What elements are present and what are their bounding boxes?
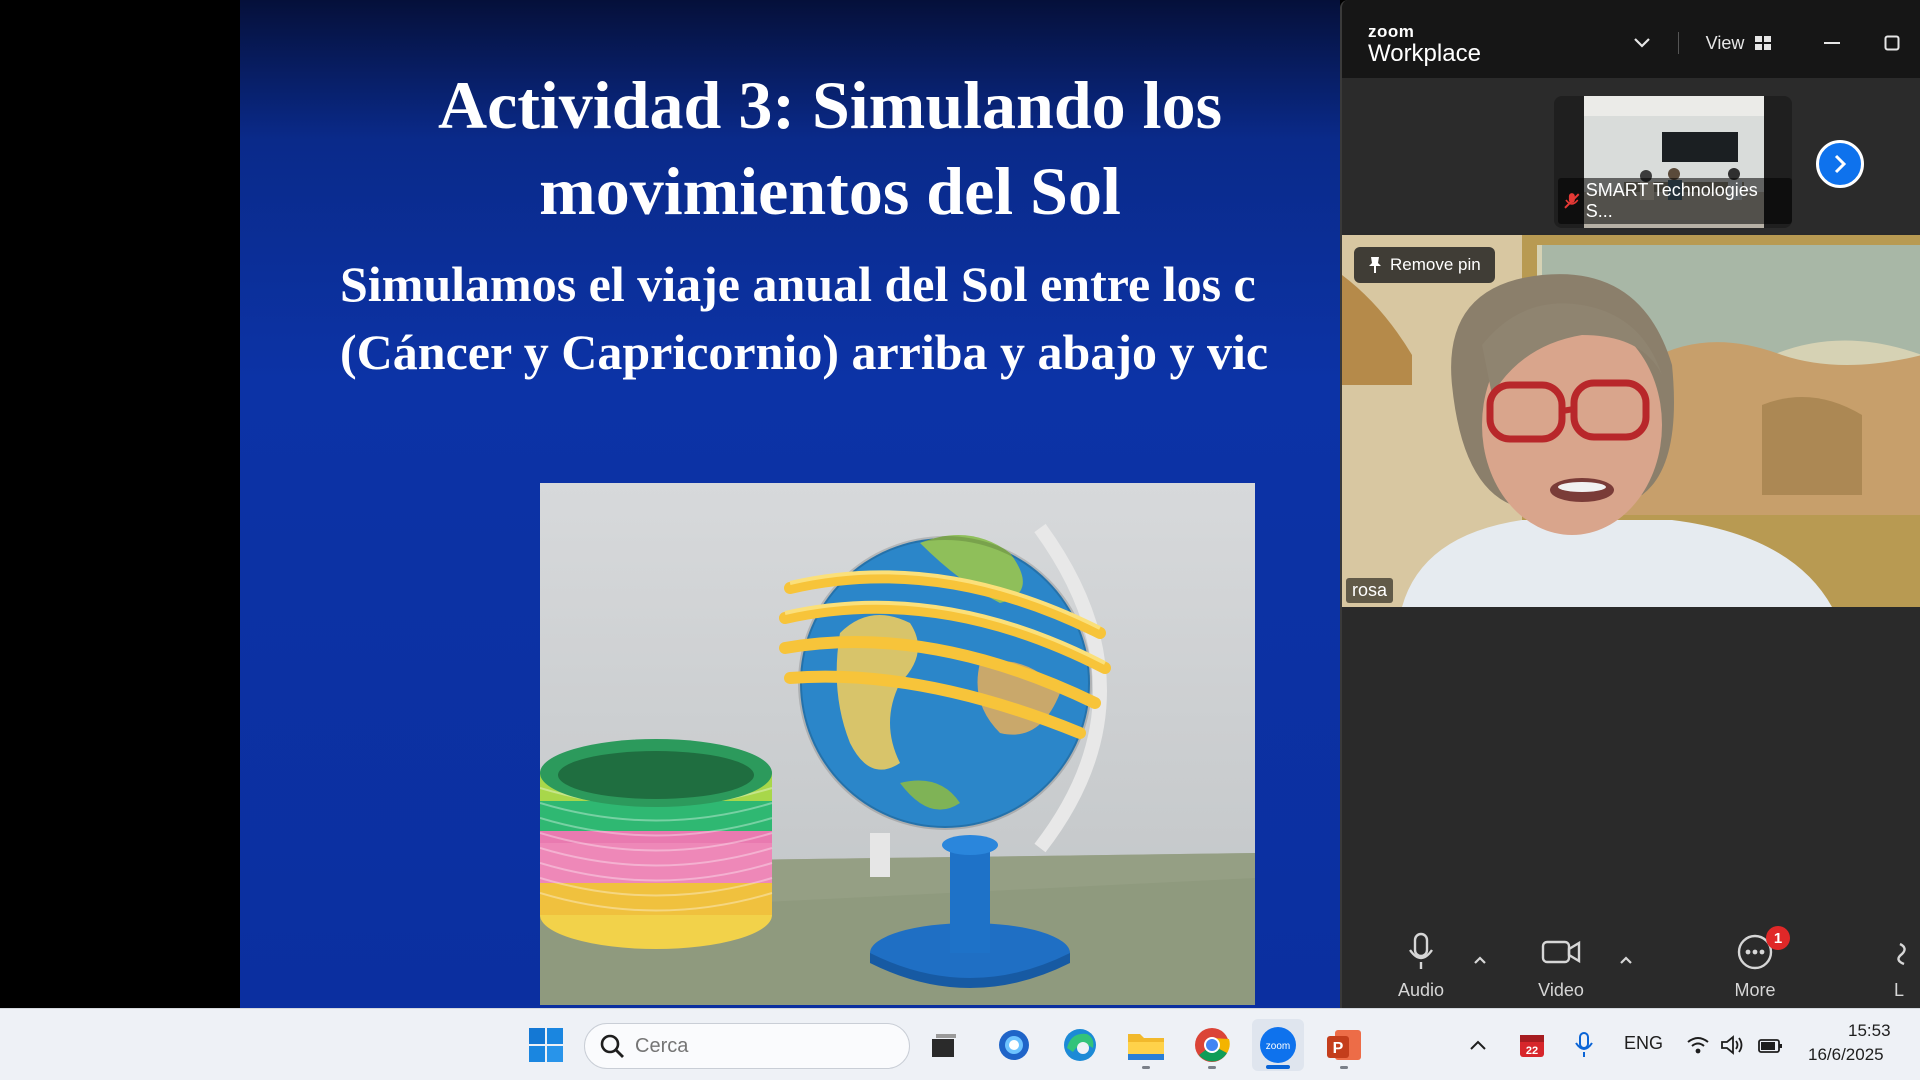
screen: Actividad 3: Simulando los movimientos d… (0, 0, 1920, 1080)
video-options-caret-icon[interactable] (1616, 950, 1636, 970)
copilot-icon (999, 1030, 1029, 1060)
calendar-badge: 22 (1526, 1045, 1538, 1057)
windows-taskbar: zoom P 22 ENG (0, 1008, 1920, 1080)
zoom-logo: zoom (1368, 22, 1415, 41)
speaker-volume-icon (1721, 1035, 1743, 1055)
chevron-right-icon (1834, 154, 1847, 174)
copilot-button[interactable] (988, 1019, 1040, 1071)
zoom-product-name: Workplace (1368, 40, 1481, 67)
presentation-slide: Actividad 3: Simulando los movimientos d… (240, 0, 1340, 1008)
edge-icon (1064, 1029, 1096, 1061)
video-label: Video (1538, 980, 1584, 1000)
taskbar-search[interactable] (584, 1023, 910, 1069)
calendar-tray-button[interactable]: 22 (1512, 1019, 1552, 1071)
notification-badge: 1 (1766, 926, 1790, 950)
task-view-icon (932, 1034, 956, 1057)
running-indicator (1340, 1066, 1348, 1069)
slide-photo-globe-slinky (540, 483, 1255, 1005)
leave-label: L (1894, 980, 1905, 1000)
remove-pin-button[interactable]: Remove pin (1354, 247, 1495, 283)
powerpoint-button[interactable]: P (1318, 1019, 1370, 1071)
active-speaker-video: Remove pin rosa (1342, 235, 1920, 607)
view-button[interactable]: View (1694, 22, 1784, 64)
participant-strip: SMART Technologies S... (1342, 78, 1920, 233)
audio-label: Audio (1397, 980, 1445, 1000)
audio-button[interactable]: Audio (1366, 928, 1476, 1008)
running-indicator (1142, 1066, 1150, 1069)
microphone-in-use-icon (1575, 1032, 1593, 1057)
muted-microphone-icon (1564, 193, 1580, 209)
zoom-title-bar: zoom Workplace View (1342, 0, 1920, 78)
minimize-button[interactable] (1812, 22, 1852, 64)
microphone-icon (1409, 932, 1433, 969)
more-label: More (1734, 980, 1776, 1000)
chevron-up-icon (1470, 1040, 1486, 1050)
leave-icon (1897, 942, 1906, 966)
speaker-name-tag: rosa (1346, 578, 1394, 603)
chrome-button[interactable] (1186, 1019, 1238, 1071)
clock-time[interactable]: 15:53 (1848, 1021, 1891, 1041)
participant-name-tag: SMART Technologies S... (1558, 178, 1792, 224)
battery-tray-button[interactable] (1750, 1019, 1790, 1071)
search-icon (600, 1034, 624, 1058)
wifi-icon (1687, 1037, 1709, 1054)
windows-logo-icon (529, 1028, 563, 1062)
zoom-app-button[interactable]: zoom (1252, 1019, 1304, 1071)
video-button[interactable]: Video (1506, 928, 1616, 1008)
file-explorer-button[interactable] (1120, 1019, 1172, 1071)
powerpoint-icon: P (1327, 1030, 1361, 1060)
video-camera-icon (1541, 940, 1581, 964)
clock-date[interactable]: 16/6/2025 (1808, 1045, 1884, 1065)
audio-options-caret-icon[interactable] (1470, 950, 1490, 970)
chevron-down-icon (1634, 38, 1650, 48)
battery-charging-icon (1758, 1039, 1782, 1053)
microphone-tray-button[interactable] (1564, 1019, 1604, 1071)
remove-pin-label: Remove pin (1390, 255, 1481, 274)
maximize-button[interactable] (1872, 22, 1912, 64)
show-hidden-icons-button[interactable] (1462, 1019, 1494, 1071)
start-button[interactable] (520, 1019, 572, 1071)
layout-dropdown-button[interactable] (1622, 22, 1662, 64)
zoom-window: zoom Workplace View SMART Technologies S… (1340, 0, 1920, 1008)
meeting-controls: Audio Video 1 More L (1342, 910, 1920, 1008)
chrome-icon (1195, 1028, 1230, 1062)
task-view-button[interactable] (918, 1019, 970, 1071)
active-app-indicator (1266, 1065, 1290, 1069)
edge-button[interactable] (1054, 1019, 1106, 1071)
slide-title: Actividad 3: Simulando los movimientos d… (437, 67, 1223, 229)
input-language[interactable]: ENG (1624, 1033, 1663, 1054)
maximize-icon (1884, 35, 1900, 51)
header-divider (1678, 32, 1679, 54)
calendar-icon: 22 (1520, 1035, 1544, 1057)
view-label: View (1705, 32, 1745, 53)
next-page-button[interactable] (1816, 140, 1864, 188)
pin-icon (1369, 257, 1381, 273)
grid-view-icon (1755, 36, 1772, 50)
zoom-icon: zoom (1260, 1027, 1296, 1063)
file-explorer-icon (1128, 1034, 1164, 1060)
search-input[interactable] (635, 1034, 885, 1058)
minimize-icon (1824, 42, 1840, 44)
participant-thumbnail[interactable]: SMART Technologies S... (1554, 96, 1792, 228)
running-indicator (1208, 1066, 1216, 1069)
svg-text:P: P (1333, 1040, 1344, 1057)
more-button[interactable]: 1 More (1700, 926, 1810, 1008)
svg-text:zoom: zoom (1266, 1041, 1290, 1052)
leave-button-partial[interactable]: L (1870, 928, 1920, 1008)
slide-body-text: Simulamos el viaje anual del Sol entre l… (340, 256, 1269, 380)
volume-tray-button[interactable] (1712, 1019, 1752, 1071)
speaker-video-frame (1342, 235, 1920, 607)
participant-name: SMART Technologies S... (1585, 180, 1758, 221)
